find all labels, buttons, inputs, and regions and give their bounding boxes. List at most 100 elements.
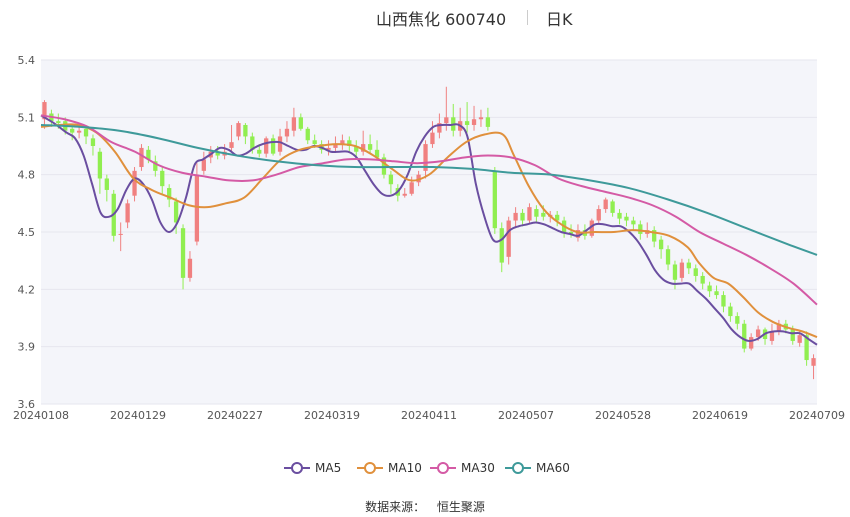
candle-body bbox=[485, 117, 491, 127]
candle-body bbox=[728, 306, 733, 317]
x-tick-label: 20240507 bbox=[498, 409, 554, 422]
candle-body bbox=[430, 132, 435, 145]
candle-body bbox=[471, 119, 477, 125]
candle-body bbox=[229, 142, 234, 148]
y-tick-label: 4.8 bbox=[18, 169, 36, 182]
candle-body bbox=[610, 201, 615, 213]
candle-body bbox=[534, 209, 539, 217]
source-name: 恒生聚源 bbox=[436, 500, 485, 514]
kline-chart: 5.45.14.84.54.23.93.6 20240108 20240129 20… bbox=[13, 54, 845, 422]
candle-body bbox=[700, 275, 705, 284]
candle-body bbox=[714, 291, 719, 296]
legend-swatch-ma60 bbox=[505, 462, 531, 474]
legend-label-ma10: MA10 bbox=[388, 461, 422, 475]
candle-body bbox=[76, 130, 82, 133]
candle-body bbox=[284, 128, 290, 137]
candle-body bbox=[187, 258, 193, 278]
candle-body bbox=[90, 138, 96, 146]
candle-body bbox=[312, 140, 317, 145]
candle-body bbox=[624, 216, 629, 221]
candle-body bbox=[264, 138, 269, 154]
x-tick-label: 20240319 bbox=[304, 409, 360, 422]
candle-body bbox=[464, 121, 470, 125]
candle-body bbox=[749, 337, 754, 349]
candle-body bbox=[707, 285, 712, 292]
candle-body bbox=[499, 228, 504, 263]
candle-body bbox=[631, 220, 636, 225]
y-axis: 5.45.14.84.54.23.93.6 bbox=[18, 54, 36, 411]
candle-body bbox=[797, 335, 802, 343]
candle-body bbox=[617, 212, 622, 219]
candle-body bbox=[257, 149, 262, 154]
candle-body bbox=[56, 121, 61, 124]
candle-body bbox=[596, 209, 601, 221]
candle-body bbox=[367, 144, 373, 150]
candle-body bbox=[132, 170, 137, 196]
candle bbox=[492, 167, 497, 234]
candle-body bbox=[118, 233, 123, 235]
legend-swatch-ma5 bbox=[284, 462, 310, 474]
y-tick-label: 5.4 bbox=[18, 54, 36, 67]
candle-body bbox=[603, 199, 608, 210]
legend-label-ma60: MA60 bbox=[536, 461, 570, 475]
candle-body bbox=[305, 128, 310, 141]
candle-body bbox=[506, 220, 511, 257]
legend-swatch-ma10 bbox=[357, 462, 383, 474]
x-tick-label: 20240411 bbox=[401, 409, 457, 422]
y-tick-label: 5.1 bbox=[18, 111, 36, 124]
candle-body bbox=[444, 117, 449, 124]
source-label: 数据来源： bbox=[365, 500, 426, 514]
candle-body bbox=[236, 123, 241, 137]
candle-body bbox=[201, 159, 206, 171]
candle-body bbox=[686, 262, 691, 269]
x-tick-label: 20240528 bbox=[595, 409, 651, 422]
candle-body bbox=[409, 182, 414, 194]
candle-body bbox=[298, 117, 303, 129]
candle-body bbox=[402, 193, 407, 196]
candle-body bbox=[104, 178, 109, 190]
candle bbox=[742, 319, 747, 353]
data-source: 数据来源： 恒生聚源 bbox=[0, 498, 850, 515]
candle-body bbox=[679, 262, 685, 278]
candle-body bbox=[194, 174, 200, 242]
candle-body bbox=[83, 128, 89, 137]
candle-body bbox=[388, 174, 394, 185]
candle-body bbox=[520, 212, 525, 221]
candle-body bbox=[513, 212, 518, 221]
y-tick-label: 4.5 bbox=[18, 226, 36, 239]
candle-body bbox=[478, 117, 484, 120]
candle-body bbox=[672, 264, 678, 280]
legend-item-ma5[interactable]: MA5 bbox=[284, 458, 341, 478]
candle-body bbox=[790, 329, 795, 341]
candle-body bbox=[755, 329, 761, 338]
x-axis: 20240108 20240129 20240227 20240319 20240411… bbox=[13, 409, 845, 422]
legend-item-ma30[interactable]: MA30 bbox=[430, 458, 495, 478]
x-tick-label: 20240108 bbox=[13, 409, 69, 422]
x-tick-label: 20240129 bbox=[110, 409, 166, 422]
candle-body bbox=[70, 128, 75, 133]
candle-body bbox=[243, 124, 248, 137]
candle-body bbox=[742, 323, 747, 349]
candle-body bbox=[811, 358, 816, 366]
candle-body bbox=[693, 268, 698, 276]
x-tick-label: 20240227 bbox=[207, 409, 263, 422]
candle bbox=[139, 144, 144, 171]
candle-body bbox=[180, 228, 186, 278]
legend: MA5 MA10 MA30 MA60 bbox=[0, 458, 850, 478]
candle-body bbox=[139, 147, 144, 168]
y-tick-label: 3.9 bbox=[18, 341, 36, 354]
x-tick-label: 20240709 bbox=[789, 409, 845, 422]
candle-body bbox=[125, 203, 130, 223]
candle-body bbox=[291, 117, 297, 131]
candle-body bbox=[97, 151, 103, 179]
legend-item-ma60[interactable]: MA60 bbox=[505, 458, 570, 478]
candle-body bbox=[721, 295, 726, 307]
candle-body bbox=[665, 249, 671, 265]
y-tick-label: 4.2 bbox=[18, 283, 36, 296]
legend-label-ma5: MA5 bbox=[315, 461, 342, 475]
x-tick-label: 20240619 bbox=[692, 409, 748, 422]
candle-body bbox=[527, 207, 532, 221]
candle-body bbox=[541, 212, 546, 217]
candle-body bbox=[638, 224, 643, 234]
legend-item-ma10[interactable]: MA10 bbox=[357, 458, 422, 478]
